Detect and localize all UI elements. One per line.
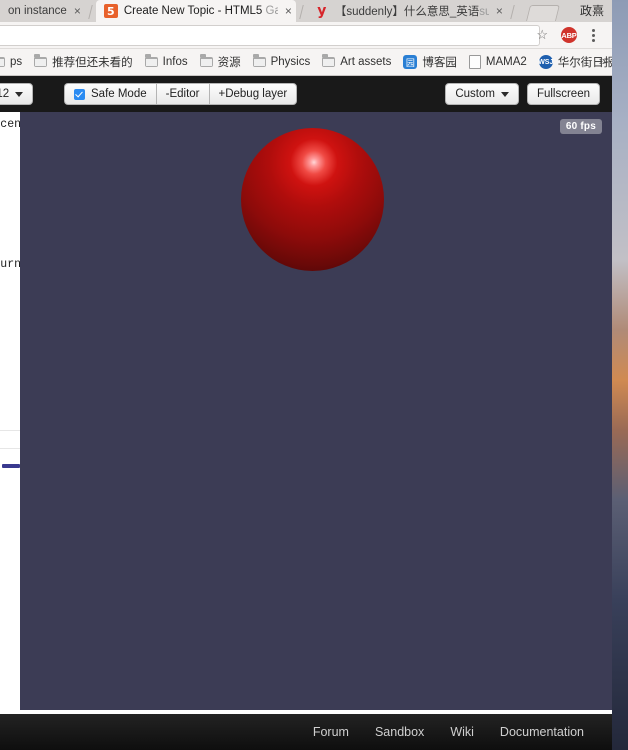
browser-tab-active[interactable]: 5 Create New Topic - HTML5 Ga × bbox=[95, 0, 296, 22]
tab-close-icon[interactable]: × bbox=[74, 5, 81, 17]
bookmarks-bar: ps 推荐但还未看的 Infos 资源 Physics Art assets 园… bbox=[0, 49, 612, 76]
html5-icon: 5 bbox=[103, 4, 118, 18]
omnibox-row: ☆ ABP bbox=[0, 22, 612, 49]
bookmark-label: 资源 bbox=[217, 57, 241, 69]
playground-split: createScene(engine); return scene; 60 fp… bbox=[0, 112, 612, 750]
bookmarks-overflow-icon[interactable]: » bbox=[599, 53, 606, 68]
bookmark-item[interactable]: Physics bbox=[247, 54, 317, 70]
bookmark-label: MAMA2 bbox=[485, 56, 527, 68]
tab-close-icon[interactable]: × bbox=[285, 5, 292, 17]
font-size-dropdown[interactable]: ont: 12 bbox=[0, 83, 34, 105]
footer-link-documentation[interactable]: Documentation bbox=[500, 725, 584, 739]
tab-title: on instance bbox=[8, 5, 67, 17]
folder-icon bbox=[322, 54, 336, 67]
page-icon bbox=[468, 55, 481, 69]
address-bar-input[interactable] bbox=[0, 25, 540, 46]
fps-counter: 60 fps bbox=[559, 119, 602, 134]
footer-link-wiki[interactable]: Wiki bbox=[450, 725, 474, 739]
browser-tab[interactable]: y 【suddenly】什么意思_英语suc × bbox=[306, 0, 507, 22]
tab-separator bbox=[88, 5, 93, 19]
blog-icon: 园 bbox=[403, 55, 418, 69]
bookmark-label: Art assets bbox=[340, 56, 392, 68]
tab-close-icon[interactable]: × bbox=[496, 5, 503, 17]
footer-link-forum[interactable]: Forum bbox=[313, 725, 349, 739]
checkbox-checked-icon bbox=[74, 88, 85, 100]
code-editor-pane[interactable]: createScene(engine); return scene; bbox=[0, 112, 20, 710]
tab-separator bbox=[299, 5, 304, 19]
bookmark-label: Physics bbox=[270, 56, 311, 68]
bookmark-item[interactable]: 推荐但还未看的 bbox=[28, 52, 139, 72]
playground-page: ont: 12 Safe Mode -Editor +Debug layer C… bbox=[0, 76, 612, 750]
browser-tab[interactable]: on instance × bbox=[0, 0, 85, 22]
code-line: createScene(engine); bbox=[0, 118, 20, 131]
bookmark-label: ps bbox=[10, 56, 23, 68]
bookmark-item[interactable]: Art assets bbox=[316, 54, 397, 70]
bookmark-item[interactable]: MAMA2 bbox=[463, 53, 533, 71]
tab-separator bbox=[510, 5, 515, 19]
chevron-down-icon bbox=[15, 91, 24, 97]
adblock-plus-icon[interactable]: ABP bbox=[561, 27, 577, 43]
playground-toolbar: ont: 12 Safe Mode -Editor +Debug layer C… bbox=[0, 76, 612, 112]
red-sphere bbox=[241, 128, 384, 271]
bookmark-item[interactable]: Infos bbox=[139, 54, 194, 70]
folder-icon bbox=[252, 54, 266, 67]
fullscreen-label: Fullscreen bbox=[536, 88, 590, 100]
tab-strip: on instance × 5 Create New Topic - HTML5… bbox=[0, 0, 612, 22]
new-tab-button[interactable] bbox=[525, 5, 560, 21]
chevron-down-icon bbox=[500, 91, 509, 97]
playground-view-group: Custom Fullscreen bbox=[445, 83, 600, 105]
bookmark-item[interactable]: 资源 bbox=[194, 52, 247, 72]
custom-dropdown[interactable]: Custom bbox=[445, 83, 519, 105]
folder-icon bbox=[0, 57, 5, 67]
tab-title: 【suddenly】什么意思_英语suc bbox=[334, 6, 489, 18]
safe-mode-toggle[interactable]: Safe Mode bbox=[64, 83, 156, 105]
folder-icon bbox=[199, 54, 213, 67]
playground-mode-group: Safe Mode -Editor +Debug layer bbox=[64, 83, 298, 105]
folder-icon bbox=[144, 54, 158, 67]
editor-toggle-button[interactable]: -Editor bbox=[155, 83, 209, 105]
bookmark-star-icon[interactable]: ☆ bbox=[536, 27, 548, 43]
footer-link-sandbox[interactable]: Sandbox bbox=[375, 725, 424, 739]
wsj-icon: WSJ bbox=[538, 55, 553, 69]
editor-toggle-label: -Editor bbox=[165, 88, 200, 100]
browser-window: on instance × 5 Create New Topic - HTML5… bbox=[0, 0, 612, 750]
safe-mode-label: Safe Mode bbox=[91, 88, 147, 100]
code-line: return scene; bbox=[0, 258, 20, 271]
bookmark-item[interactable]: 园 博客园 bbox=[397, 52, 463, 72]
bookmark-label: 博客园 bbox=[422, 57, 457, 69]
bookmark-label: Infos bbox=[162, 56, 188, 68]
custom-label: Custom bbox=[455, 88, 495, 100]
bookmark-label: 推荐但还未看的 bbox=[52, 57, 133, 69]
fullscreen-button[interactable]: Fullscreen bbox=[526, 83, 600, 105]
editor-selection-marker bbox=[2, 464, 20, 468]
render-canvas[interactable]: 60 fps bbox=[20, 112, 612, 710]
editor-divider bbox=[0, 448, 20, 449]
youdao-icon: y bbox=[317, 3, 327, 19]
editor-divider bbox=[0, 430, 20, 431]
kebab-menu-icon[interactable] bbox=[586, 25, 600, 45]
font-size-label: ont: 12 bbox=[0, 88, 10, 100]
profile-name-label[interactable]: 政熹 bbox=[580, 2, 604, 19]
debug-layer-label: +Debug layer bbox=[218, 88, 288, 100]
debug-layer-toggle-button[interactable]: +Debug layer bbox=[208, 83, 298, 105]
tab-title: Create New Topic - HTML5 Ga bbox=[123, 5, 278, 17]
bookmark-item[interactable]: ps bbox=[0, 54, 28, 70]
playground-footer: Forum Sandbox Wiki Documentation bbox=[0, 714, 612, 750]
folder-icon bbox=[34, 54, 48, 67]
